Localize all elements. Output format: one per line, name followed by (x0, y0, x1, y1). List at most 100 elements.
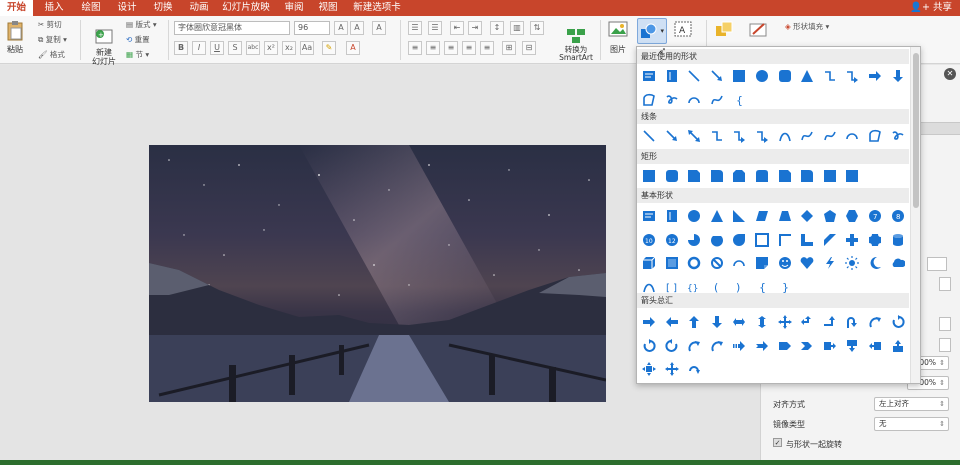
tab-7[interactable]: 审阅 (278, 0, 310, 16)
cut-button[interactable]: ✂ 剪切 (38, 19, 62, 30)
justify-icon[interactable]: ≡ (462, 41, 476, 55)
leftuparrow-shape-icon[interactable] (800, 315, 814, 329)
line-shape-icon[interactable] (687, 69, 701, 83)
layout-button[interactable]: ▤ 版式 ▾ (126, 19, 157, 30)
lrarrow-shape-icon[interactable] (732, 315, 746, 329)
change-case-icon[interactable]: Aa (300, 41, 314, 55)
darrow-shape-icon[interactable] (710, 315, 724, 329)
can-shape-icon[interactable] (891, 233, 905, 247)
brace-shape-icon[interactable]: { (732, 93, 746, 107)
freeform-shape-icon[interactable] (642, 93, 656, 107)
curvearrow-shape-icon[interactable] (868, 315, 882, 329)
snip-shape-icon[interactable] (687, 169, 701, 183)
bolt-shape-icon[interactable] (823, 256, 837, 270)
bentup-shape-icon[interactable] (823, 315, 837, 329)
arrowline-shape-icon[interactable] (665, 129, 679, 143)
rect-shape-icon[interactable] (845, 169, 859, 183)
dcallout-shape-icon[interactable] (845, 339, 859, 353)
darrow-shape-icon[interactable] (891, 69, 905, 83)
chevron-shape-icon[interactable] (800, 339, 814, 353)
align-right-icon[interactable]: ≡ (444, 41, 458, 55)
oval-shape-icon[interactable] (755, 69, 769, 83)
italic-icon[interactable]: I (192, 41, 206, 55)
arc-shape-icon[interactable] (687, 93, 701, 107)
diagstripe-shape-icon[interactable] (823, 233, 837, 247)
close-icon[interactable]: ✕ (944, 68, 956, 80)
stepper-field[interactable] (939, 338, 951, 352)
donut-shape-icon[interactable] (687, 256, 701, 270)
tab-1[interactable]: 插入 (36, 0, 72, 16)
scurve-shape-icon[interactable] (823, 129, 837, 143)
bracketpair-shape-icon[interactable]: [ ] (665, 280, 679, 294)
reset-button[interactable]: ⟲ 重置 (126, 34, 150, 45)
oct-shape-icon[interactable]: 8 (891, 209, 905, 223)
tri-shape-icon[interactable] (710, 209, 724, 223)
dec-shape-icon[interactable]: 10 (642, 233, 656, 247)
picture-button[interactable]: 图片 (606, 20, 630, 55)
share-button[interactable]: 👤+ 共享 (910, 0, 952, 16)
dodec-shape-icon[interactable]: 12 (665, 233, 679, 247)
rect-shape-icon[interactable] (732, 69, 746, 83)
bracket-shape-icon[interactable]: ( (710, 280, 724, 294)
circarrow2-shape-icon[interactable] (687, 362, 701, 376)
quad-shape-icon[interactable] (664, 362, 679, 376)
rect-shape-icon[interactable] (823, 169, 837, 183)
rect-shape-icon[interactable] (642, 169, 656, 183)
rarrow-shape-icon[interactable] (642, 315, 656, 329)
elbowarrow-shape-icon[interactable] (755, 129, 769, 143)
tab-9[interactable]: 新建选项卡 (348, 0, 406, 16)
circarrow-shape-icon[interactable] (891, 315, 905, 329)
format-painter-button[interactable]: 🖌 格式 (38, 49, 65, 60)
align-left-icon[interactable]: ≡ (408, 41, 422, 55)
shapes-button[interactable]: ▾ (637, 18, 667, 44)
rarrow-shape-icon[interactable] (868, 69, 882, 83)
circarrow-shape-icon[interactable] (642, 338, 656, 353)
snip-shape-icon[interactable] (778, 169, 792, 183)
mirror-select[interactable]: 无 (874, 417, 949, 431)
bullets-icon[interactable]: ☰ (408, 21, 422, 35)
diamond-shape-icon[interactable] (800, 209, 814, 223)
scribble-shape-icon[interactable] (891, 129, 905, 143)
quadcallout-shape-icon[interactable] (642, 362, 656, 376)
increase-font-icon[interactable]: A (334, 21, 348, 35)
shadow-icon[interactable]: S (228, 41, 242, 55)
picture-color-icon[interactable] (927, 257, 947, 271)
text-shape-icon[interactable] (642, 69, 656, 83)
rotate-checkbox[interactable]: ✓ (773, 438, 782, 447)
highlight-icon[interactable]: ✎ (322, 41, 336, 55)
dblarrow-shape-icon[interactable] (687, 129, 701, 143)
ccwarrow-shape-icon[interactable] (665, 338, 679, 353)
heart-shape-icon[interactable] (800, 256, 814, 270)
cloud-shape-icon[interactable] (891, 256, 905, 270)
smiley-shape-icon[interactable] (778, 256, 792, 270)
round1-shape-icon[interactable] (710, 169, 724, 183)
font-name-field[interactable]: 字体圈欣意冠黑体 (174, 21, 290, 35)
tab-4[interactable]: 切换 (146, 0, 180, 16)
stripedright-shape-icon[interactable] (732, 339, 746, 353)
rtri-shape-icon[interactable] (732, 209, 746, 223)
align-select[interactable]: 左上对齐 (874, 397, 949, 411)
strikethrough-icon[interactable]: abc (246, 41, 260, 55)
decrease-font-icon[interactable]: A (350, 21, 364, 35)
round1-shape-icon[interactable] (800, 169, 814, 183)
brace-shape-icon[interactable]: { (755, 280, 769, 294)
distributed-icon[interactable]: ≡ (480, 41, 494, 55)
rrect-shape-icon[interactable] (778, 69, 792, 83)
para-shape-icon[interactable] (755, 209, 769, 223)
arc-shape-icon[interactable] (845, 129, 859, 143)
nosym-shape-icon[interactable] (710, 256, 724, 270)
paste-button[interactable]: 粘贴 (4, 20, 26, 55)
plaque-shape-icon[interactable] (868, 233, 882, 247)
columns-icon[interactable]: ▥ (510, 21, 524, 35)
align-text-icon[interactable]: ⊟ (522, 41, 536, 55)
curve-shape-icon[interactable] (778, 129, 792, 143)
elbowarrow-shape-icon[interactable] (845, 69, 859, 83)
subscript-icon[interactable]: x₂ (282, 41, 296, 55)
curvearrow-shape-icon[interactable] (687, 339, 701, 353)
text-direction-icon[interactable]: ⇅ (530, 21, 544, 35)
oval-shape-icon[interactable] (687, 209, 701, 223)
stepper-field[interactable] (939, 317, 951, 331)
elbowarrow-shape-icon[interactable] (732, 129, 746, 143)
align-center-icon[interactable]: ≡ (426, 41, 440, 55)
vertical-align-icon[interactable]: ⊞ (502, 41, 516, 55)
